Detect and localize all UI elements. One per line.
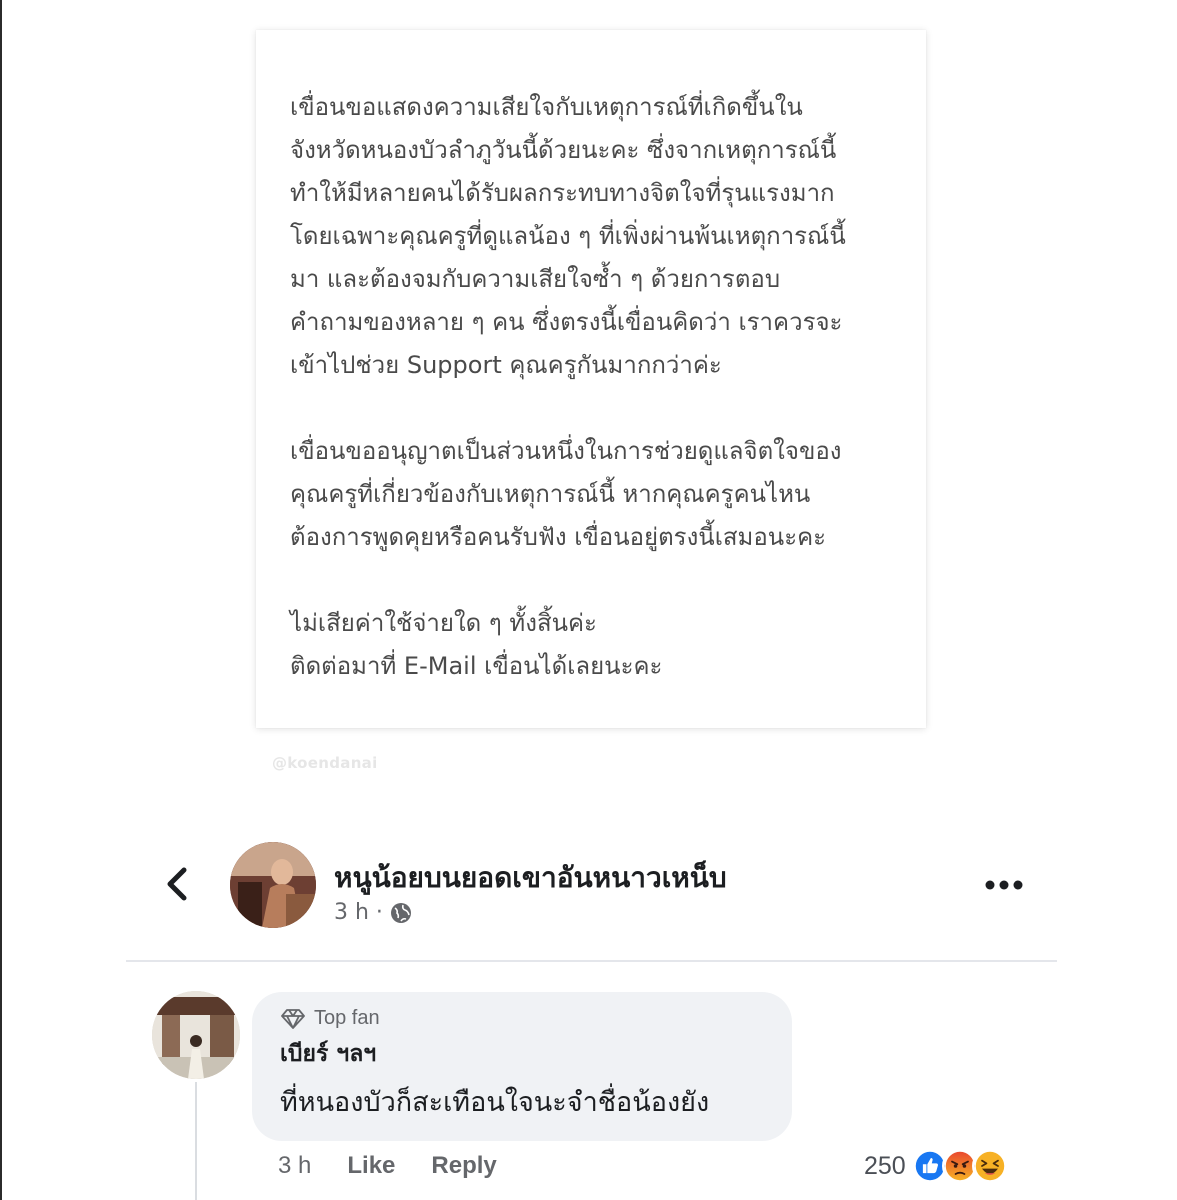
watermark: @koendanai xyxy=(272,754,378,772)
top-fan-badge: Top fan xyxy=(280,1007,764,1030)
haha-reaction-icon xyxy=(971,1148,1008,1184)
statement-paragraph-1: เขื่อนขอแสดงความเสียใจกับเหตุการณ์ที่เกิ… xyxy=(290,93,846,379)
comment-actions: 3 h Like Reply xyxy=(278,1152,533,1180)
screen: เขื่อนขอแสดงความเสียใจกับเหตุการณ์ที่เกิ… xyxy=(0,0,1177,1200)
statement-paragraph-3: ไม่เสียค่าใช้จ่ายใด ๆ ทั้งสิ้นค่ะ ติดต่อ… xyxy=(290,609,663,680)
like-button[interactable]: Like xyxy=(347,1152,395,1180)
comment-bubble: Top fan เบียร์ ฯลฯ ที่หนองบัวก็สะเทือนใจ… xyxy=(252,992,792,1141)
reaction-count: 250 xyxy=(864,1151,906,1180)
reactions-summary[interactable]: 250 xyxy=(864,1148,1008,1184)
chevron-left-icon[interactable] xyxy=(162,864,192,904)
globe-icon xyxy=(390,902,411,923)
poster-name[interactable]: หนูน้อยบนยอดเขาอันหนาวเหน็บ xyxy=(334,856,727,900)
post-meta: 3 h · xyxy=(334,900,413,925)
commenter-name[interactable]: เบียร์ ฯลฯ xyxy=(280,1036,764,1072)
more-horizontal-icon[interactable] xyxy=(984,878,1024,892)
diamond-icon xyxy=(281,1008,305,1029)
post-time[interactable]: 3 h · xyxy=(334,900,383,925)
poster-avatar[interactable] xyxy=(230,842,316,928)
avatar-image-icon xyxy=(230,842,316,928)
thread-line xyxy=(195,1082,197,1200)
statement-paragraph-2: เขื่อนขออนุญาตเป็นส่วนหนึ่งในการช่วยดูแล… xyxy=(290,437,842,551)
avatar-image-icon xyxy=(152,991,240,1079)
statement-card: เขื่อนขอแสดงความเสียใจกับเหตุการณ์ที่เกิ… xyxy=(256,30,926,728)
comment-text: ที่หนองบัวก็สะเทือนใจนะจำชื่อน้องยัง xyxy=(280,1087,710,1118)
reply-button[interactable]: Reply xyxy=(431,1152,496,1180)
top-fan-label: Top fan xyxy=(314,1007,380,1029)
comment-time[interactable]: 3 h xyxy=(278,1152,311,1180)
commenter-avatar[interactable] xyxy=(152,991,240,1079)
post-header: หนูน้อยบนยอดเขาอันหนาวเหน็บ 3 h · xyxy=(126,838,1057,962)
